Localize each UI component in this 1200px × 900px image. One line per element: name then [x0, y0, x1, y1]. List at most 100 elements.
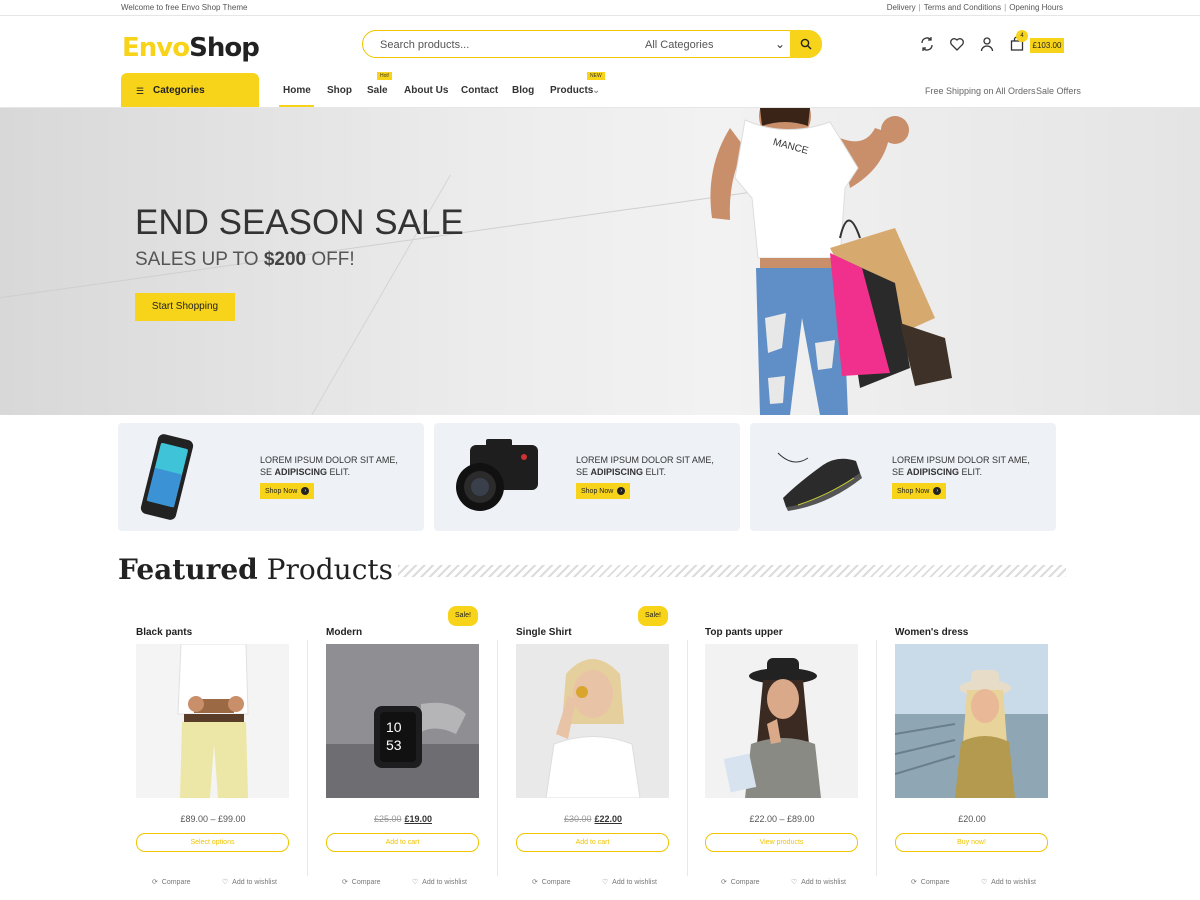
nav-item-contact[interactable]: Contact	[461, 85, 498, 96]
compare-icon: ⟳	[342, 879, 348, 886]
arrow-right-icon: ›	[933, 487, 942, 495]
compare-link[interactable]: ⟳ Compare	[342, 878, 381, 886]
cart-count-badge: 4	[1016, 30, 1028, 42]
heart-icon: ♡	[222, 879, 229, 886]
new-badge: NEW	[587, 72, 605, 80]
nav-item-shop[interactable]: Shop	[327, 85, 352, 96]
heart-icon: ♡	[602, 879, 609, 886]
phone-image	[140, 434, 194, 520]
compare-icon: ⟳	[152, 879, 158, 886]
featured-title: Featured Products	[118, 553, 393, 586]
hero-title: END SEASON SALE	[135, 203, 464, 242]
user-icon[interactable]	[979, 36, 995, 52]
categories-label: Categories	[153, 85, 205, 96]
view-products-button[interactable]: View products	[705, 833, 858, 852]
heart-icon: ♡	[981, 879, 988, 886]
delivery-link[interactable]: Delivery	[887, 3, 916, 12]
top-links: Delivery | Terms and Conditions | Opening …	[886, 3, 1063, 12]
wishlist-link[interactable]: ♡ Add to wishlist	[412, 878, 467, 886]
promo-tile-camera: LOREM IPSUM DOLOR SIT AME, SE ADIPISCING…	[434, 423, 740, 531]
wishlist-link[interactable]: ♡ Add to wishlist	[981, 878, 1036, 886]
compare-link[interactable]: ⟳ Compare	[532, 878, 571, 886]
chevron-down-icon[interactable]: ⌄	[775, 37, 785, 51]
product-name[interactable]: Black pants	[136, 627, 192, 638]
product-image[interactable]	[705, 644, 858, 798]
product-card: Black pants £89.00 – £99.00 Select optio…	[118, 605, 308, 895]
product-price: £30.00 £22.00	[563, 814, 623, 824]
free-shipping-link[interactable]: Free Shipping on All Orders	[925, 86, 1036, 96]
promo-tile-phone: LOREM IPSUM DOLOR SIT AME, SE ADIPISCING…	[118, 423, 424, 531]
start-shopping-button[interactable]: Start Shopping	[135, 293, 235, 321]
category-select[interactable]: All Categories	[645, 39, 713, 51]
compare-link[interactable]: ⟳ Compare	[152, 878, 191, 886]
compare-icon: ⟳	[532, 879, 538, 886]
shop-now-button[interactable]: Shop Now ›	[576, 483, 631, 499]
heart-icon: ♡	[791, 879, 798, 886]
logo-envo: Envo	[122, 33, 190, 63]
product-name[interactable]: Top pants upper	[705, 627, 783, 638]
title-divider	[398, 565, 1066, 577]
compare-icon: ⟳	[721, 879, 727, 886]
categories-button[interactable]: ☰ Categories	[121, 73, 259, 107]
product-card: Top pants upper £22.00 – £89.00 View pro…	[687, 605, 877, 895]
search-button[interactable]	[790, 30, 822, 58]
wishlist-link[interactable]: ♡ Add to wishlist	[222, 878, 277, 886]
product-card: Women's dress £20.00 Buy now! ⟳ Compare …	[877, 605, 1067, 895]
product-image[interactable]	[895, 644, 1048, 798]
compare-icon[interactable]	[919, 36, 935, 52]
product-name[interactable]: Women's dress	[895, 627, 968, 638]
product-card: Sale! Single Shirt £30.00 £22.00 Add to c…	[498, 605, 688, 895]
nav-item-about[interactable]: About Us	[404, 85, 448, 96]
watch-display-a: 10	[386, 719, 402, 735]
arrow-right-icon: ›	[617, 487, 626, 495]
chevron-down-icon[interactable]: ⌄	[592, 85, 600, 96]
menu-icon: ☰	[136, 86, 145, 96]
terms-link[interactable]: Terms and Conditions	[924, 3, 1001, 12]
nav-item-sale[interactable]: Sale	[367, 85, 388, 96]
compare-link[interactable]: ⟳ Compare	[721, 878, 760, 886]
buy-now-button[interactable]: Buy now!	[895, 833, 1048, 852]
nav-item-products[interactable]: Products	[550, 85, 593, 96]
product-image[interactable]	[136, 644, 289, 798]
camera-image	[456, 439, 538, 511]
promo-tile-sneaker: LOREM IPSUM DOLOR SIT AME, SE ADIPISCING…	[750, 423, 1056, 531]
search-icon	[800, 38, 812, 50]
add-to-cart-button[interactable]: Add to cart	[326, 833, 479, 852]
opening-hours-link[interactable]: Opening Hours	[1009, 3, 1063, 12]
shop-now-button[interactable]: Shop Now ›	[892, 483, 947, 499]
hero-banner: END SEASON SALE SALES UP TO $200 OFF! St…	[0, 108, 1200, 415]
heart-icon[interactable]	[949, 36, 965, 52]
hero-model-image: MANCE	[710, 108, 952, 415]
sale-offers-link[interactable]: Sale Offers	[1036, 86, 1081, 96]
header-icons	[919, 36, 1025, 52]
select-options-button[interactable]: Select options	[136, 833, 289, 852]
promo-text: LOREM IPSUM DOLOR SIT AME, SE ADIPISCING…	[892, 455, 1030, 477]
shop-now-button[interactable]: Shop Now ›	[260, 483, 315, 499]
welcome-text: Welcome to free Envo Shop Theme	[121, 3, 248, 12]
sale-badge: Sale!	[638, 606, 668, 626]
wishlist-link[interactable]: ♡ Add to wishlist	[602, 878, 657, 886]
sneaker-image	[777, 452, 862, 511]
compare-link[interactable]: ⟳ Compare	[911, 878, 950, 886]
sale-badge: Sale!	[448, 606, 478, 626]
heart-icon: ♡	[412, 879, 419, 886]
logo-shop: Shop	[189, 33, 260, 63]
product-image[interactable]	[516, 644, 669, 798]
watch-display-b: 53	[386, 737, 402, 753]
cart-total[interactable]: £103.00	[1030, 38, 1064, 53]
product-name[interactable]: Modern	[326, 627, 362, 638]
wishlist-link[interactable]: ♡ Add to wishlist	[791, 878, 846, 886]
product-price: £20.00	[958, 814, 986, 824]
promo-text: LOREM IPSUM DOLOR SIT AME, SE ADIPISCING…	[576, 455, 714, 477]
promo-text: LOREM IPSUM DOLOR SIT AME, SE ADIPISCING…	[260, 455, 398, 477]
product-name[interactable]: Single Shirt	[516, 627, 572, 638]
hero-subtitle: SALES UP TO $200 OFF!	[135, 249, 355, 270]
product-price: £89.00 – £99.00	[180, 814, 246, 824]
product-image[interactable]: 10 53	[326, 644, 479, 798]
add-to-cart-button[interactable]: Add to cart	[516, 833, 669, 852]
site-logo[interactable]: EnvoShop	[122, 33, 260, 63]
search-input[interactable]: Search products...	[380, 39, 469, 51]
nav-item-home[interactable]: Home	[283, 85, 311, 96]
hot-badge: Hot!	[377, 72, 393, 80]
nav-item-blog[interactable]: Blog	[512, 85, 534, 96]
